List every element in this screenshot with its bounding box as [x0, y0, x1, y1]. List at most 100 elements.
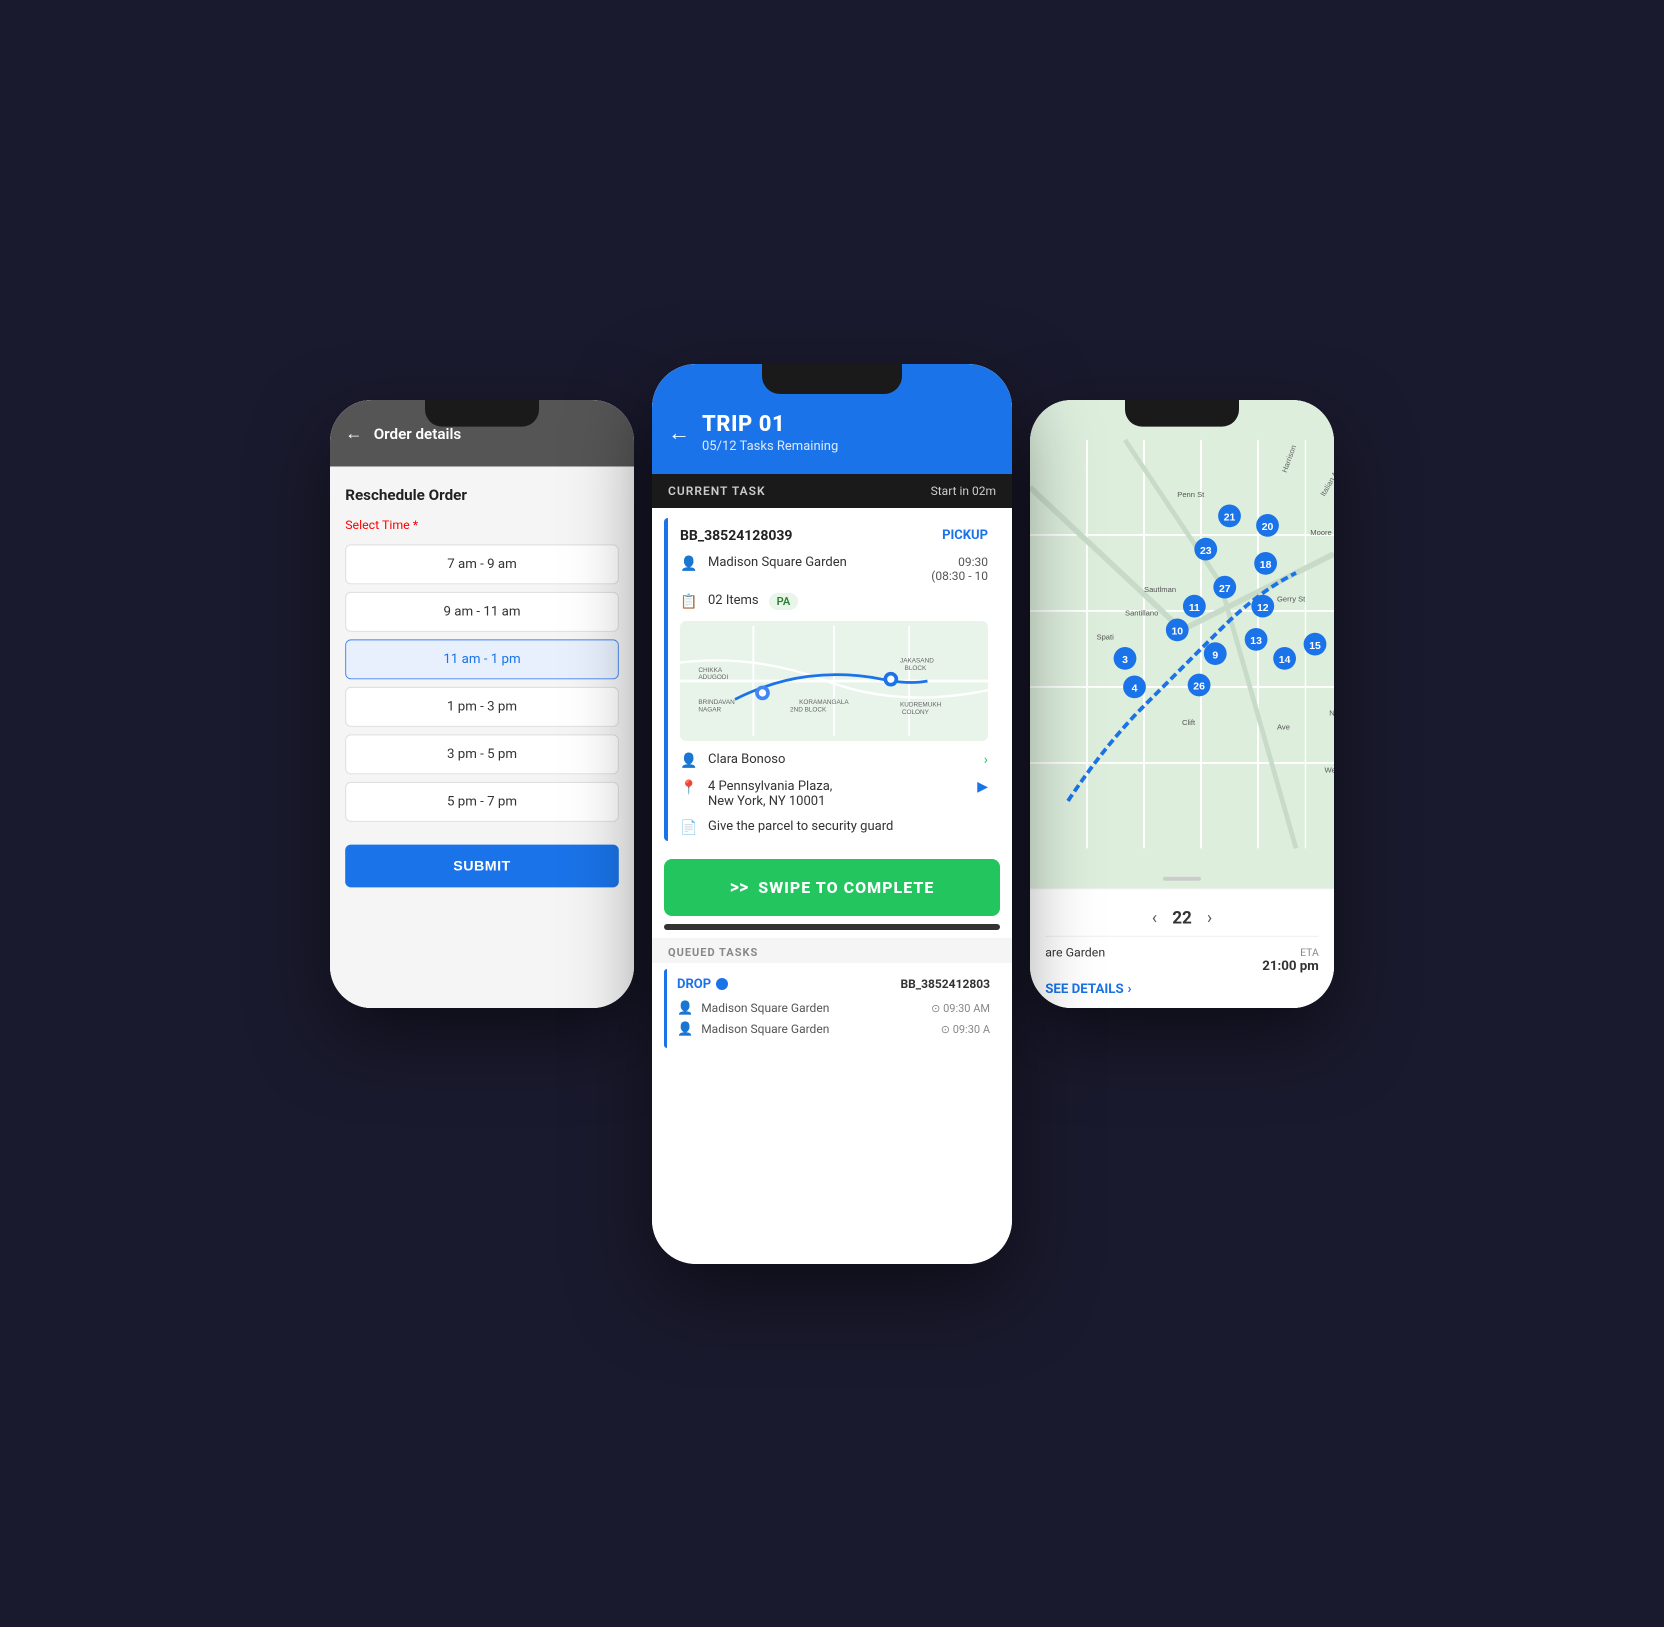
svg-text:KUDREMUKH: KUDREMUKH: [900, 701, 942, 708]
notch-left: [425, 400, 539, 427]
time-slot-2[interactable]: 11 am - 1 pm: [345, 639, 619, 679]
left-content: Reschedule Order Select Time * 7 am - 9 …: [330, 466, 634, 1008]
app-scene: ← Order details Reschedule Order Select …: [382, 264, 1282, 1364]
svg-text:ADUGODI: ADUGODI: [698, 674, 728, 681]
reschedule-title: Reschedule Order: [345, 485, 619, 503]
prev-page-button[interactable]: ‹: [1152, 908, 1157, 928]
task-map: CHIKKA ADUGODI BRINDAVAN NAGAR KORAMANGA…: [680, 621, 988, 741]
queued-time-2: ⊙ 09:30 A: [941, 1023, 990, 1036]
svg-text:10: 10: [1171, 626, 1183, 637]
time-slot-0[interactable]: 7 am - 9 am: [345, 544, 619, 584]
trip-info: TRIP 01 05/12 Tasks Remaining: [702, 412, 996, 454]
contact-icon: 👤: [680, 753, 698, 769]
right-info-row: are Garden ETA 21:00 pm: [1045, 946, 1319, 974]
svg-text:KORAMANGALA: KORAMANGALA: [799, 698, 849, 705]
queued-task-id: BB_3852412803: [900, 977, 990, 991]
notch-center: [762, 364, 902, 394]
svg-text:Spati: Spati: [1097, 632, 1115, 641]
task-type: PICKUP: [942, 528, 988, 543]
queued-task-header: DROP BB_3852412803: [677, 977, 990, 992]
svg-text:9: 9: [1212, 650, 1218, 661]
items-status: PA: [769, 593, 799, 610]
time-slot-5[interactable]: 5 pm - 7 pm: [345, 781, 619, 821]
task-items-row: 📋 02 Items PA: [668, 588, 1000, 615]
drop-text: DROP: [677, 977, 711, 992]
svg-text:18: 18: [1260, 560, 1272, 571]
eta-block: ETA 21:00 pm: [1262, 946, 1319, 974]
see-details-button[interactable]: SEE DETAILS ›: [1045, 981, 1319, 996]
items-icon: 📋: [680, 594, 698, 610]
svg-text:12: 12: [1257, 602, 1269, 613]
svg-text:Penn St: Penn St: [1177, 489, 1205, 498]
task-contact: Clara Bonoso: [708, 752, 785, 767]
svg-text:Clift: Clift: [1182, 717, 1196, 726]
back-arrow-left[interactable]: ←: [345, 423, 362, 443]
location-icon: 📍: [680, 780, 698, 796]
queued-person-icon-2: 👤: [677, 1022, 693, 1037]
notch-right: [1125, 400, 1239, 427]
task-location-row: 👤 Madison Square Garden 09:30 (08:30 - 1…: [668, 550, 1000, 588]
scroll-indicator: [1163, 876, 1201, 880]
swipe-to-complete-button[interactable]: >> SWIPE TO COMPLETE: [664, 859, 1000, 916]
task-id: BB_38524128039: [680, 528, 792, 544]
task-items: 02 Items: [708, 593, 759, 608]
queued-task-1: DROP BB_3852412803 👤 Madison Square Gard…: [664, 969, 1000, 1048]
select-time-label: Select Time *: [345, 518, 619, 532]
svg-text:Moore St: Moore St: [1310, 527, 1334, 536]
drop-label: DROP: [677, 977, 728, 992]
svg-text:Western Bk: Western Bk: [1325, 765, 1335, 774]
task-card: BB_38524128039 PICKUP 👤 Madison Square G…: [664, 518, 1000, 841]
time-slot-3[interactable]: 1 pm - 3 pm: [345, 686, 619, 726]
queued-time-1: ⊙ 09:30 AM: [931, 1002, 990, 1015]
see-details-label: SEE DETAILS: [1045, 981, 1123, 996]
contact-arrow[interactable]: ›: [984, 752, 988, 768]
phone-right: 21 20 23 18 27 11 12 10 3 9 13 14 4 26 1…: [1030, 400, 1334, 1008]
back-arrow-center[interactable]: ←: [668, 420, 690, 446]
page-number: 22: [1172, 908, 1192, 928]
svg-text:COLONY: COLONY: [902, 709, 930, 716]
svg-text:BLOCK: BLOCK: [905, 665, 927, 672]
phone-left: ← Order details Reschedule Order Select …: [330, 400, 634, 1008]
svg-text:JAKASAND: JAKASAND: [900, 657, 934, 664]
see-details-chevron: ›: [1127, 981, 1131, 996]
svg-text:NYC Health: NYC Health: [1329, 708, 1334, 717]
svg-text:14: 14: [1279, 655, 1291, 666]
current-task-label: CURRENT TASK: [668, 484, 766, 498]
swipe-bar: [664, 924, 1000, 930]
svg-text:3: 3: [1122, 655, 1128, 666]
time-slot-4[interactable]: 3 pm - 5 pm: [345, 734, 619, 774]
svg-text:23: 23: [1200, 545, 1212, 556]
eta-label: ETA: [1262, 946, 1319, 958]
task-card-header: BB_38524128039 PICKUP: [668, 518, 1000, 550]
svg-text:4: 4: [1132, 683, 1138, 694]
next-page-button[interactable]: ›: [1207, 908, 1212, 928]
time-slot-1[interactable]: 9 am - 11 am: [345, 591, 619, 631]
queued-tasks-header: QUEUED TASKS: [652, 938, 1012, 963]
queued-row-2: 👤 Madison Square Garden ⊙ 09:30 A: [677, 1019, 990, 1040]
svg-text:2ND BLOCK: 2ND BLOCK: [790, 706, 827, 713]
svg-text:26: 26: [1193, 681, 1205, 692]
task-address: 4 Pennsylvania Plaza, New York, NY 10001: [708, 779, 832, 809]
svg-text:BRINDAVAN: BRINDAVAN: [698, 698, 735, 705]
task-address-row: 📍 4 Pennsylvania Plaza, New York, NY 100…: [668, 774, 1000, 814]
svg-text:Gerry St: Gerry St: [1277, 594, 1306, 603]
address-nav-icon[interactable]: ▶: [977, 779, 988, 795]
right-location: are Garden: [1045, 946, 1105, 960]
queued-row-1: 👤 Madison Square Garden ⊙ 09:30 AM: [677, 998, 990, 1019]
pagination: ‹ 22 ›: [1045, 900, 1319, 936]
task-location: Madison Square Garden: [708, 555, 847, 570]
svg-text:11: 11: [1189, 602, 1200, 613]
person-icon: 👤: [680, 556, 698, 572]
svg-text:15: 15: [1309, 640, 1321, 651]
submit-button[interactable]: SUBMIT: [345, 844, 619, 887]
svg-text:21: 21: [1224, 512, 1236, 523]
task-time: 09:30 (08:30 - 10: [931, 555, 988, 583]
svg-text:Santillano: Santillano: [1125, 608, 1158, 617]
trip-title: TRIP 01: [702, 412, 996, 437]
right-bottom: ‹ 22 › are Garden ETA 21:00 pm SEE DETAI…: [1030, 888, 1334, 1008]
eta-time: 21:00 pm: [1262, 958, 1319, 973]
task-instruction-row: 📄 Give the parcel to security guard: [668, 814, 1000, 841]
drop-dot: [716, 978, 728, 990]
current-task-bar: CURRENT TASK Start in 02m: [652, 474, 1012, 508]
task-instruction: Give the parcel to security guard: [708, 819, 893, 834]
